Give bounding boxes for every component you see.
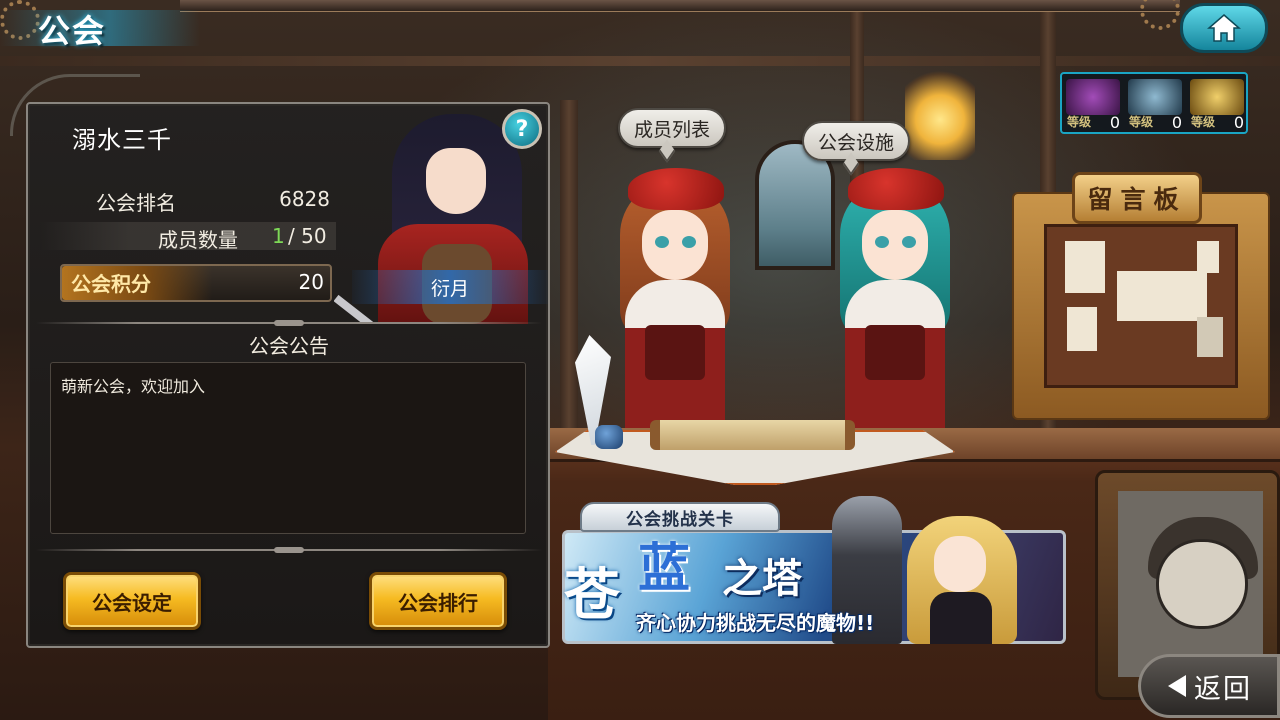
resource-count: 0 bbox=[1233, 113, 1244, 132]
guild-points-value: 20 bbox=[298, 270, 324, 294]
resource-count: 0 bbox=[1171, 113, 1182, 132]
ceiling-beam bbox=[0, 56, 1280, 66]
top-frame-bar bbox=[180, 0, 1180, 12]
scroll bbox=[650, 420, 855, 450]
resource-count: 0 bbox=[1109, 113, 1120, 132]
message-board-title[interactable]: 留言板 bbox=[1072, 172, 1202, 224]
guild-ranking-button[interactable]: 公会排行 bbox=[369, 572, 507, 630]
guild-leader-name: 衍月 bbox=[430, 278, 469, 300]
cork-board bbox=[1044, 224, 1238, 388]
resource-label: 等级 bbox=[1067, 115, 1092, 129]
guild-name: 溺水三千 bbox=[72, 126, 172, 154]
home-icon bbox=[1207, 14, 1241, 42]
pinned-note bbox=[1067, 307, 1097, 351]
help-button[interactable]: ? bbox=[502, 109, 542, 149]
pinned-note bbox=[1197, 241, 1219, 273]
resource-label: 等级 bbox=[1191, 115, 1216, 129]
resource-slot[interactable]: 等级 0 bbox=[1064, 77, 1122, 132]
divider-ornament bbox=[274, 320, 304, 326]
banner-title-part-1: 苍 bbox=[564, 563, 620, 628]
purple-chest-icon bbox=[1066, 79, 1120, 115]
pinned-note bbox=[1117, 271, 1207, 321]
banner-title-part-3: 之塔 bbox=[722, 556, 802, 602]
member-count-label: 成员数量 bbox=[158, 228, 238, 252]
guild-rank-value: 6828 bbox=[279, 187, 330, 211]
heroine-body bbox=[930, 592, 992, 644]
pinned-note bbox=[1065, 241, 1105, 293]
heroine-face bbox=[934, 536, 986, 592]
guild-challenge-banner[interactable]: 公会挑战关卡 苍 蓝 之塔 齐心协力挑战无尽的魔物!! bbox=[562, 496, 1068, 646]
arrow-left-icon bbox=[1168, 675, 1186, 697]
guild-rank-label: 公会排名 bbox=[96, 191, 176, 215]
divider-ornament bbox=[274, 547, 304, 553]
resource-slot[interactable]: 等级 0 bbox=[1126, 77, 1184, 132]
guild-settings-button[interactable]: 公会设定 bbox=[63, 572, 201, 630]
chibi-portrait bbox=[1118, 491, 1263, 677]
member-list-label: 成员列表 bbox=[634, 118, 711, 141]
member-count-max: / 50 bbox=[288, 224, 327, 248]
message-board[interactable] bbox=[1012, 192, 1270, 420]
back-button[interactable]: 返回 bbox=[1138, 654, 1280, 718]
resource-label: 等级 bbox=[1129, 115, 1154, 129]
maid-receptionist-right bbox=[820, 150, 970, 440]
home-button[interactable] bbox=[1180, 3, 1268, 53]
notice-title: 公会公告 bbox=[249, 334, 329, 358]
notice-text: 萌新公会，欢迎加入 bbox=[61, 377, 206, 396]
wood-pillar bbox=[560, 100, 578, 430]
banner-title-part-2: 蓝 bbox=[638, 539, 691, 599]
resource-bar: 等级 0 等级 0 等级 0 bbox=[1060, 72, 1248, 134]
maid-receptionist-left bbox=[600, 150, 750, 440]
blue-orb-icon bbox=[1128, 79, 1182, 115]
guild-points-label: 公会积分 bbox=[71, 272, 151, 296]
member-count-current: 1 bbox=[272, 224, 285, 248]
facilities-label: 公会设施 bbox=[818, 131, 895, 154]
banner-subtitle: 齐心协力挑战无尽的魔物!! bbox=[636, 611, 875, 635]
page-title: 公会 bbox=[38, 12, 107, 50]
ink-pot bbox=[595, 425, 623, 449]
member-list-button[interactable]: 成员列表 bbox=[618, 108, 727, 148]
wall-lamp bbox=[905, 70, 975, 160]
resource-slot[interactable]: 等级 0 bbox=[1188, 77, 1246, 132]
back-label: 返回 bbox=[1194, 673, 1252, 705]
pinned-note bbox=[1197, 317, 1223, 357]
facilities-button[interactable]: 公会设施 bbox=[802, 121, 911, 161]
notice-box: 萌新公会，欢迎加入 bbox=[50, 362, 526, 534]
gold-gem-icon bbox=[1190, 79, 1244, 115]
